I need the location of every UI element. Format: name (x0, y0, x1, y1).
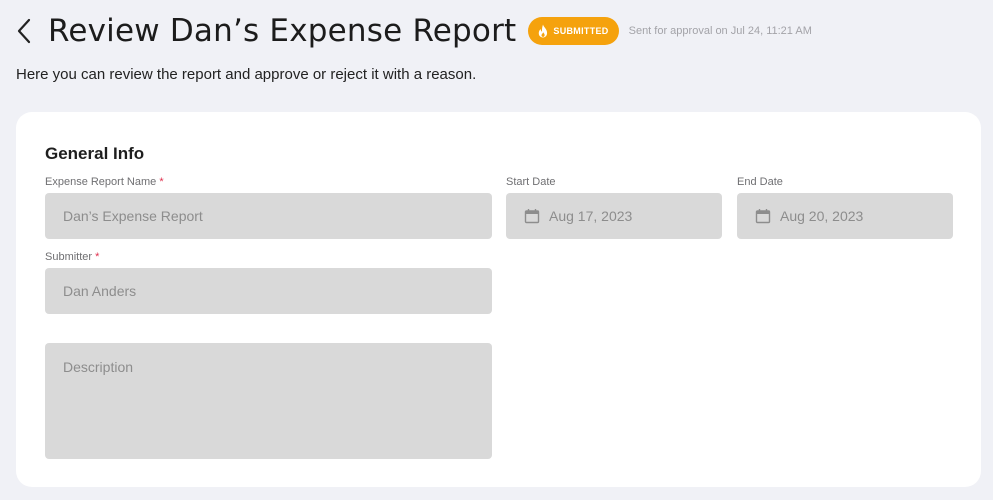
report-name-field[interactable]: Dan’s Expense Report (45, 193, 492, 239)
status-timestamp: Sent for approval on Jul 24, 11:21 AM (628, 25, 812, 37)
review-expense-report-page: Review Dan’s Expense Report SUBMITTED Se… (0, 0, 993, 500)
page-title: Review Dan’s Expense Report (48, 13, 517, 49)
submitter-field[interactable]: Dan Anders (45, 268, 492, 314)
required-mark: * (159, 176, 164, 188)
general-info-card: General Info Expense Report Name * Dan’s… (16, 112, 981, 487)
report-name-label: Expense Report Name * (45, 176, 164, 188)
chevron-left-icon (17, 18, 31, 44)
description-textarea[interactable]: Description (45, 343, 492, 459)
end-date-label: End Date (737, 176, 783, 188)
status-badge: SUBMITTED (528, 17, 619, 45)
status-badge-label: SUBMITTED (553, 26, 609, 36)
start-date-label: Start Date (506, 176, 556, 188)
end-date-field[interactable]: Aug 20, 2023 (737, 193, 953, 239)
page-subtitle: Here you can review the report and appro… (16, 66, 477, 83)
page-header: Review Dan’s Expense Report SUBMITTED Se… (16, 10, 812, 52)
submitter-label: Submitter * (45, 251, 100, 263)
flame-icon (539, 24, 548, 38)
back-button[interactable] (16, 10, 38, 52)
calendar-icon (755, 209, 771, 224)
section-title: General Info (45, 144, 145, 163)
start-date-field[interactable]: Aug 17, 2023 (506, 193, 722, 239)
calendar-icon (524, 209, 540, 224)
required-mark: * (95, 251, 100, 263)
